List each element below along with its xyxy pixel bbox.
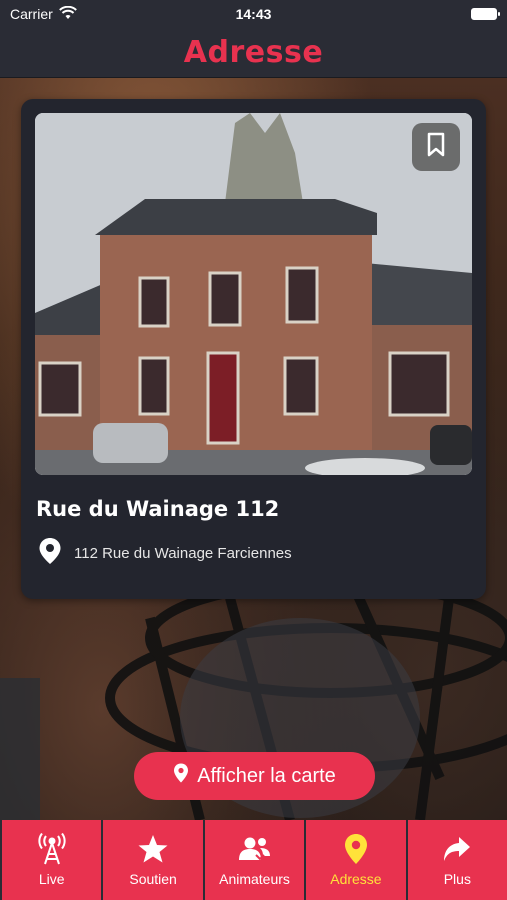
share-arrow-icon — [443, 833, 471, 865]
page-title: Adresse — [183, 35, 324, 70]
battery-icon — [471, 8, 500, 20]
tab-adresse[interactable]: Adresse — [304, 820, 405, 900]
status-time: 14:43 — [235, 6, 272, 22]
place-name: Rue du Wainage 112 — [36, 497, 280, 521]
address-row: 112 Rue du Wainage Farciennes — [38, 537, 292, 570]
map-pin-icon — [38, 537, 62, 570]
people-icon — [238, 833, 272, 865]
tab-plus[interactable]: Plus — [405, 820, 507, 900]
show-map-label: Afficher la carte — [197, 764, 336, 787]
status-bar: Carrier 14:43 — [0, 0, 507, 28]
map-pin-icon — [173, 763, 189, 789]
antenna-icon — [38, 833, 66, 865]
header: Adresse — [0, 28, 507, 78]
tab-soutien[interactable]: Soutien — [101, 820, 202, 900]
bookmark-button[interactable] — [412, 123, 460, 171]
address-text: 112 Rue du Wainage Farciennes — [74, 545, 292, 562]
tab-label: Soutien — [129, 871, 177, 887]
map-pin-icon — [344, 833, 368, 865]
tab-label: Live — [38, 871, 65, 887]
tab-live[interactable]: Live — [0, 820, 101, 900]
star-icon — [138, 833, 168, 865]
tab-animateurs[interactable]: Animateurs — [202, 820, 304, 900]
tab-label: Plus — [443, 871, 471, 887]
tab-label: Adresse — [330, 871, 382, 887]
show-map-button[interactable]: Afficher la carte — [134, 752, 375, 800]
building-photo — [35, 113, 472, 475]
tab-bar: Live Soutien Animateurs Adresse Plus — [0, 820, 507, 900]
address-card: Rue du Wainage 112 112 Rue du Wainage Fa… — [21, 99, 486, 599]
tab-label: Animateurs — [219, 871, 290, 887]
bookmark-icon — [426, 132, 446, 163]
